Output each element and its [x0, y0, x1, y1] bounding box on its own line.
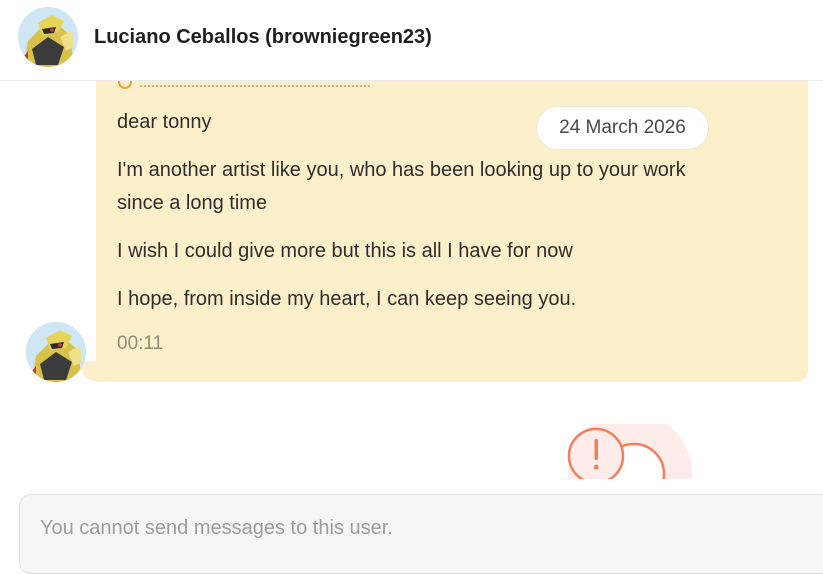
message-line: I'm another artist like you, who has bee… [117, 159, 686, 181]
user-avatar-icon [18, 7, 78, 67]
message-line: dear tonny [117, 111, 212, 133]
user-avatar[interactable] [18, 7, 78, 67]
date-separator: 24 March 2026 [536, 106, 709, 150]
reply-quote-preview [140, 81, 370, 87]
message-line: I hope, from inside my heart, I can keep… [117, 288, 577, 310]
message-line: since a long time [117, 192, 268, 214]
chat-title[interactable]: Luciano Ceballos (browniegreen23) [94, 26, 432, 49]
user-avatar-icon [26, 322, 86, 382]
message-line: I wish I could give more but this is all… [117, 240, 573, 262]
composer-disabled-notice: You cannot send messages to this user. [40, 517, 393, 539]
message-bubble-tail [80, 361, 104, 382]
message-list[interactable]: dear tonny I'm another artist like you, … [0, 81, 823, 481]
message-composer[interactable]: You cannot send messages to this user. [19, 494, 823, 574]
message-timestamp: 00:11 [117, 333, 164, 354]
blocked-illustration [548, 424, 693, 479]
chat-header: Luciano Ceballos (browniegreen23) [0, 0, 823, 81]
warning-icon [567, 424, 692, 479]
sender-avatar[interactable] [26, 322, 86, 382]
